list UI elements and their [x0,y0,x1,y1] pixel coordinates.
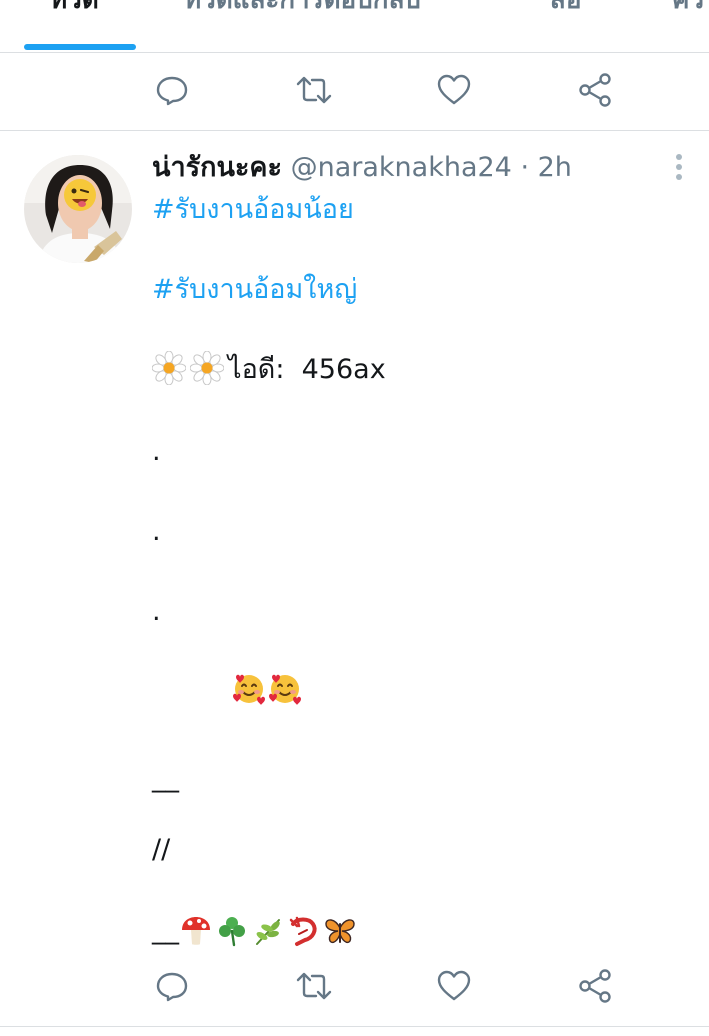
id-label: ไอดี: [228,354,285,385]
user-handle[interactable]: @naraknakha24 [291,152,512,183]
tweet-text-line: #รับงานอ้อมน้อย [152,190,354,230]
profile-tabs: ทวีต ทวีตและการตอบกลับ สื่อ ความ [0,0,709,53]
share-icon [579,73,611,107]
dot-line: . [152,436,161,467]
active-tab-indicator [24,44,136,50]
butterfly-icon [323,914,357,948]
tab-tweets[interactable]: ทวีต [50,0,99,22]
reply-icon [156,972,188,1002]
dash-line: __ [152,914,179,945]
shamrock-icon [215,914,249,948]
tab-likes[interactable]: ความ [672,0,709,22]
smiling-face-with-hearts-icon [232,672,266,706]
smiling-face-with-hearts-icon [268,672,302,706]
display-name[interactable]: น่ารักนะคะ [152,152,282,183]
retweet-button[interactable] [294,70,334,110]
blossom-emoji-icon [152,351,186,385]
mushroom-icon [179,914,213,948]
tweet-text-line: __ [152,910,359,950]
tab-media[interactable]: สื่อ [550,0,581,22]
hearts-emoji-row [232,668,304,708]
share-button[interactable] [575,966,615,1006]
tweet-divider [0,1026,709,1027]
tab-tweets-and-replies[interactable]: ทวีตและการตอบกลับ [184,0,421,22]
id-value: 456ax [301,354,386,385]
tweet-header: น่ารักนะคะ @naraknakha24 · 2h [152,148,572,188]
retweet-icon [296,972,332,1000]
tweet-actions [0,956,709,1016]
header-separator: · [520,152,530,183]
blossom-emoji-icon [190,351,224,385]
slash-line: // [152,834,171,865]
tweet-timestamp[interactable]: 2h [538,152,572,183]
tweet-text-line: ไอดี: 456ax [152,350,386,390]
hashtag-link[interactable]: #รับงานอ้อมน้อย [152,194,354,225]
herb-icon [251,914,285,948]
more-vertical-icon [676,154,682,180]
dot-line: . [152,516,161,547]
reply-button[interactable] [152,70,192,110]
avatar[interactable] [24,155,132,263]
more-options-button[interactable] [664,150,694,186]
dash-line: __ [152,762,179,793]
tweet-text-line: #รับงานอ้อมใหญ่ [152,270,357,310]
share-icon [579,969,611,1003]
share-button[interactable] [575,70,615,110]
like-button[interactable] [434,70,474,110]
tweet-timeline-page: ทวีต ทวีตและการตอบกลับ สื่อ ความ [0,0,709,1036]
dot-line: . [152,596,161,627]
like-icon [437,970,471,1001]
previous-tweet-actions [0,60,709,120]
reply-icon [156,76,188,106]
hashtag-link[interactable]: #รับงานอ้อมใหญ่ [152,274,357,305]
reply-button[interactable] [152,966,192,1006]
lobster-icon [287,914,321,948]
like-icon [437,74,471,105]
retweet-icon [296,76,332,104]
like-button[interactable] [434,966,474,1006]
retweet-button[interactable] [294,966,334,1006]
tweet-divider [0,130,709,131]
